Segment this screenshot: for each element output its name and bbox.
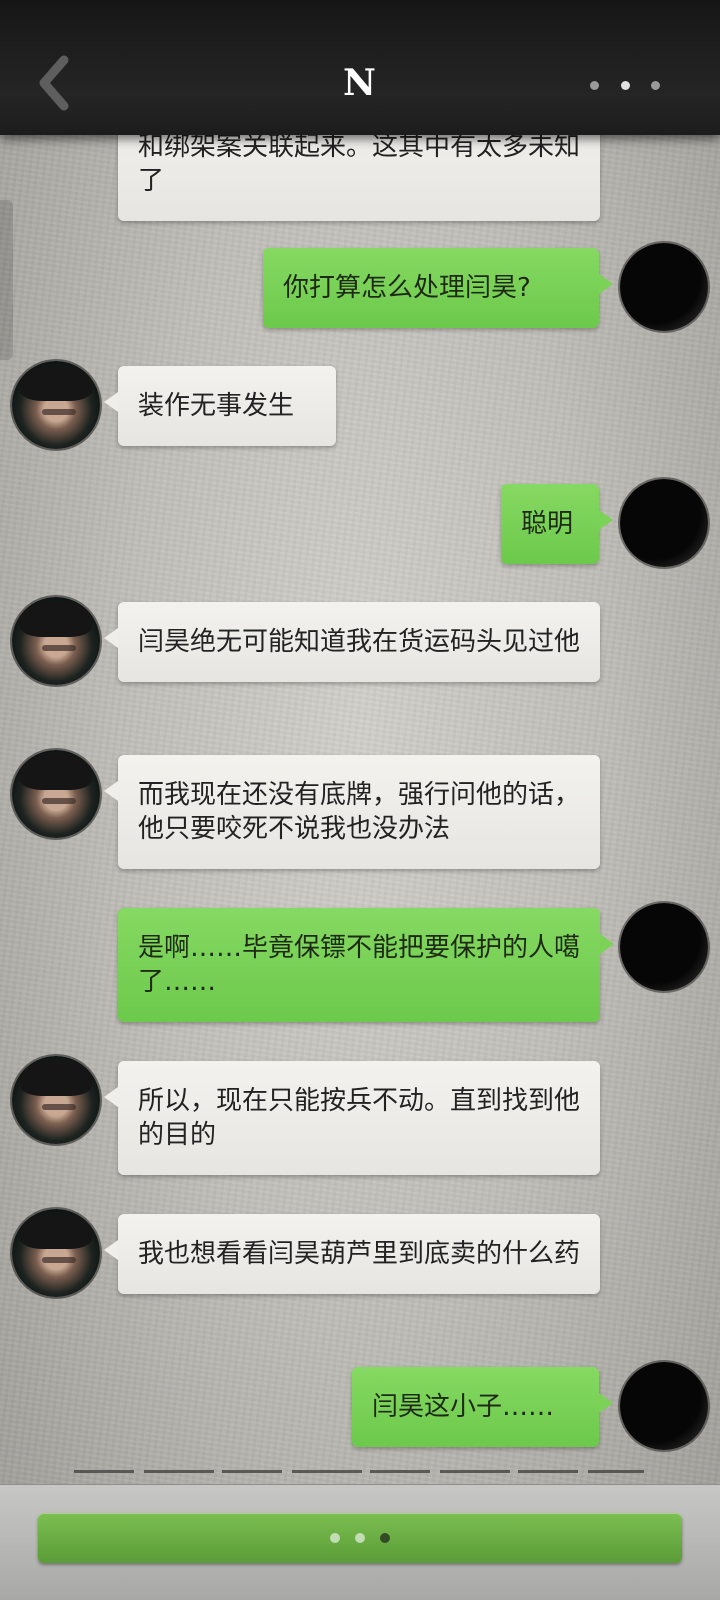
avatar-contact[interactable] <box>12 1056 100 1144</box>
message-text: 聪明 <box>521 509 574 539</box>
more-button[interactable] <box>590 74 660 96</box>
message-text: 我也想看看闫昊葫芦里到底卖的什么药 <box>138 1239 581 1269</box>
message-text: 闫昊这小子…… <box>372 1392 555 1422</box>
message-bubble-incoming: 所以，现在只能按兵不动。直到找到他的目的 <box>104 1061 600 1175</box>
loading-dots-icon <box>330 1533 340 1543</box>
avatar-self[interactable] <box>620 903 708 991</box>
top-bar: N <box>0 0 720 135</box>
message-text: 装作无事发生 <box>138 391 295 421</box>
message-bubble-incoming: 闫昊绝无可能知道我在货运码头见过他 <box>104 602 600 682</box>
message-bubble-outgoing: 你打算怎么处理闫昊? <box>263 248 613 328</box>
message-bubble-incoming: 而我现在还没有底牌，强行问他的话，他只要咬死不说我也没办法 <box>104 755 600 869</box>
message-text: 是啊……毕竟保镖不能把要保护的人噶了…… <box>138 933 581 997</box>
message-bubble-outgoing: 闫昊这小子…… <box>352 1367 613 1447</box>
loading-dots-icon <box>380 1533 390 1543</box>
more-dots-icon <box>651 80 660 90</box>
avatar-contact[interactable] <box>12 361 100 449</box>
more-dots-icon <box>590 80 599 90</box>
divider <box>74 1470 644 1473</box>
message-text: 闫昊绝无可能知道我在货运码头见过他 <box>138 627 581 657</box>
avatar-contact[interactable] <box>12 1209 100 1297</box>
scroll-indicator[interactable] <box>0 200 13 360</box>
message-text: 而我现在还没有底牌，强行问他的话，他只要咬死不说我也没办法 <box>138 780 581 844</box>
message-bubble-outgoing: 聪明 <box>501 484 613 564</box>
avatar-self[interactable] <box>620 1362 708 1450</box>
message-bubble-incoming: 装作无事发生 <box>104 366 336 446</box>
more-dots-icon <box>620 80 630 90</box>
loading-dots-icon <box>355 1533 365 1543</box>
avatar-self[interactable] <box>620 243 708 331</box>
continue-button[interactable] <box>38 1513 682 1563</box>
message-text: 和绑架案关联起来。这其中有太多未知了 <box>138 132 581 196</box>
avatar-self[interactable] <box>620 479 708 567</box>
avatar-contact[interactable] <box>12 597 100 685</box>
message-text: 你打算怎么处理闫昊? <box>283 273 531 303</box>
avatar-contact[interactable] <box>12 750 100 838</box>
message-text: 所以，现在只能按兵不动。直到找到他的目的 <box>138 1086 581 1150</box>
message-bubble-outgoing: 是啊……毕竟保镖不能把要保护的人噶了…… <box>118 908 614 1022</box>
message-bubble-incoming: 我也想看看闫昊葫芦里到底卖的什么药 <box>104 1214 600 1294</box>
